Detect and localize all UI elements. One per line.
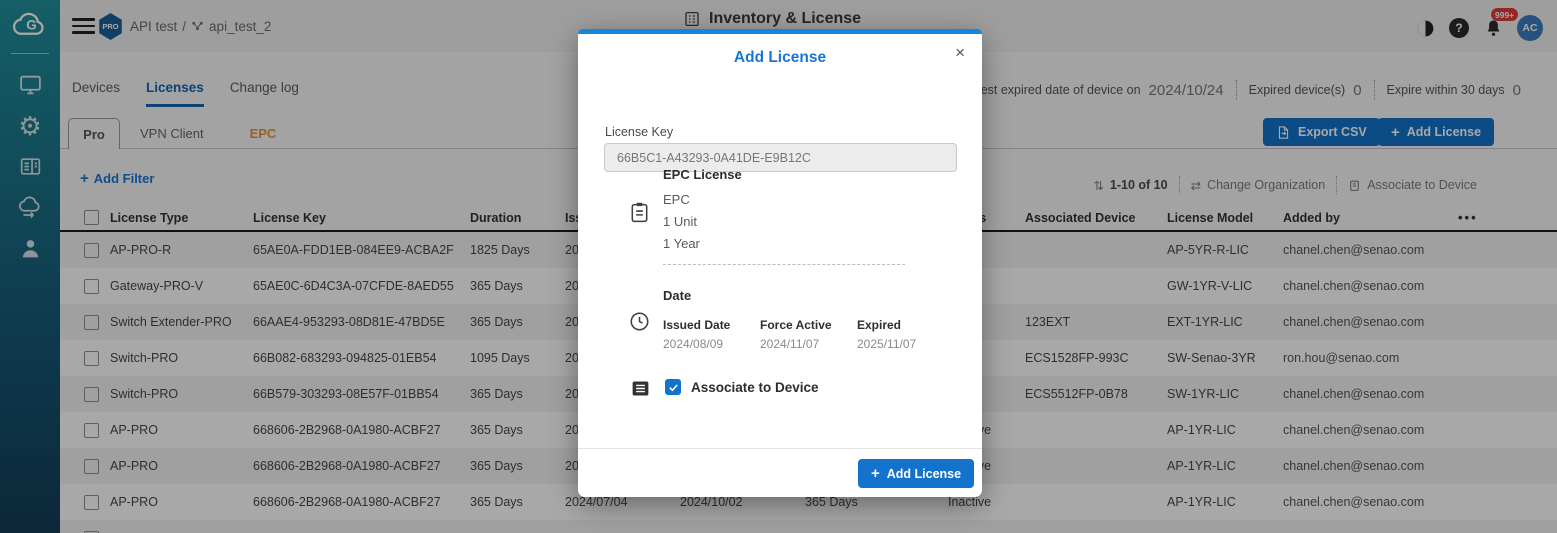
date-columns: Issued Date 2024/08/09 Force Active 2024… (663, 318, 954, 351)
check-icon (668, 382, 679, 393)
associate-checkbox-label: Associate to Device (691, 380, 819, 395)
issued-date-col: Issued Date 2024/08/09 (663, 318, 760, 351)
associate-checkbox[interactable] (665, 379, 681, 395)
device-list-icon (630, 378, 651, 404)
force-active-col: Force Active 2024/11/07 (760, 318, 857, 351)
modal-add-license-button[interactable]: + Add License (858, 459, 974, 488)
license-key-label: License Key (605, 125, 673, 139)
modal-accent-bar (578, 29, 982, 34)
expired-col: Expired 2025/11/07 (857, 318, 954, 351)
epc-duration: 1 Year (663, 233, 700, 255)
epc-units: 1 Unit (663, 211, 700, 233)
plus-icon: + (871, 466, 880, 481)
license-key-input[interactable] (604, 143, 957, 172)
close-icon[interactable]: × (955, 44, 965, 61)
app-window: G ⚙ (0, 0, 1557, 533)
associate-to-device-row: Associate to Device (665, 379, 819, 395)
epc-license-details: EPC 1 Unit 1 Year (663, 189, 700, 255)
epc-license-heading: EPC License (663, 167, 742, 182)
clipboard-icon (628, 201, 651, 229)
modal-title: Add License (578, 49, 982, 67)
epc-type: EPC (663, 189, 700, 211)
add-license-modal: Add License × License Key EPC License EP… (578, 29, 982, 497)
dashed-divider (663, 264, 905, 265)
modal-footer-divider (578, 448, 982, 449)
date-heading: Date (663, 288, 691, 303)
clock-icon (628, 310, 651, 338)
